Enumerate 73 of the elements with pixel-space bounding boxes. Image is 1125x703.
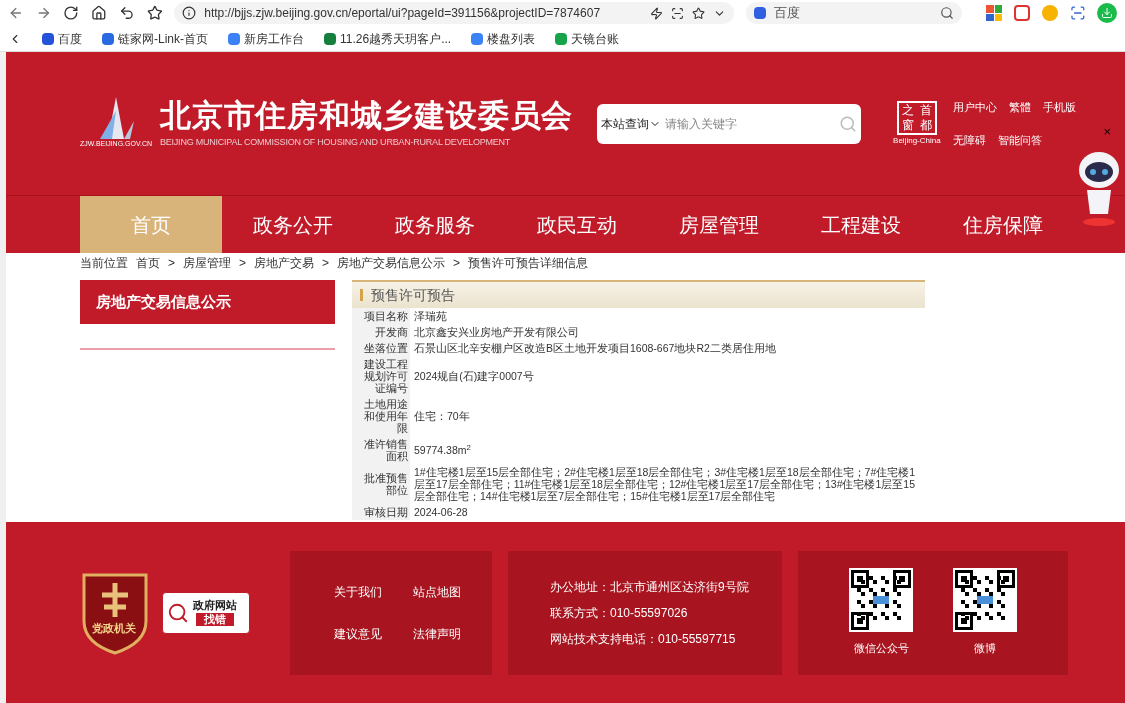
site-title: 北京市住房和城乡建设委员会 [160,97,574,136]
search-engine-field[interactable]: 百度 [746,2,963,24]
qr-code-icon [953,568,1017,633]
field-label: 批准预售部位 [352,464,410,504]
nav-tab[interactable]: 工程建设 [790,196,932,253]
header-link[interactable]: 用户中心 [952,99,997,116]
address-bar[interactable]: http://bjjs.zjw.beijing.gov.cn/eportal/ui?pageId=391156&projectID=7874607 [174,2,735,24]
nav-tab[interactable]: 政民互动 [506,196,648,253]
bookmark[interactable]: 百度 [42,29,82,48]
site-subtitle: BEIJING MUNICIPAL COMMISSION OF HOUSING AND URBAN-RURAL DEVELOPMENT [160,136,512,150]
star-icon[interactable] [146,5,163,21]
field-value: 北京鑫安兴业房地产开发有限公司 [413,325,580,340]
footer-link[interactable]: 法律声明 [413,624,492,643]
download-icon[interactable] [1097,3,1117,23]
footer-link[interactable]: 建议意见 [334,624,413,643]
field-value: 石景山区北辛安棚户区改造B区土地开发项目1608-667地块R2二类居住用地 [413,341,777,356]
portal-logo: 之 首 窗 都 Beijing-China [893,100,941,147]
breadcrumb-link[interactable]: 房地产交易信息公示 [337,254,446,272]
breadcrumb-link[interactable]: 首页 [136,254,160,272]
footer-link[interactable]: 站点地图 [413,582,492,601]
footer-link[interactable]: 关于我们 [334,582,413,601]
breadcrumb-separator: > [322,255,330,272]
back-icon[interactable] [8,5,24,21]
nav-tab[interactable]: 住房保障 [932,196,1074,253]
qr-caption: 微博 [974,641,996,657]
field-value: 2024规自(石)建字0007号 [413,369,535,384]
bookmark[interactable]: 链家网-Link-首页 [102,29,208,48]
qr-code-icon [849,568,913,633]
bookmark[interactable]: 新房工作台 [228,29,304,48]
scope-dropdown[interactable]: 本站查询 [601,114,662,133]
header-link[interactable]: 无障碍 [952,131,986,148]
breadcrumb-label: 当前位置 [80,255,128,272]
header-link[interactable]: 智能问答 [997,131,1042,148]
badge-text: 党政机关 [92,622,136,634]
bookmark[interactable]: 楼盘列表 [471,29,536,48]
search-icon[interactable] [940,6,955,20]
contact-text: 网站技术支持电话：010-55597715 [550,630,737,648]
breadcrumb-link[interactable]: 房地产交易 [254,254,315,272]
field-label: 准许销售面积 [352,436,410,464]
nav-tab[interactable]: 政务公开 [222,196,364,253]
field-label: 坐落位置 [352,340,410,356]
field-value: 泽瑞苑 [413,309,448,324]
contact-text: 办公地址：北京市通州区达济街9号院 [550,578,750,596]
bookmark[interactable]: 11.26越秀天玥客户... [324,29,452,48]
field-value: 59774.38m$^{2}$ [413,442,472,458]
search-field[interactable]: 本站查询 请输入关键字 [597,103,862,144]
nav-tab[interactable]: 政务服务 [364,196,506,253]
field-label: 项目名称 [352,308,410,324]
breadcrumb-separator: > [168,255,175,272]
breadcrumb-separator: > [453,255,461,272]
field-value: 住宅：70年 [413,409,471,424]
qr-caption: 微信公众号 [853,641,909,657]
header-link[interactable]: 繁體 [1008,99,1031,116]
undo-icon[interactable] [118,5,135,21]
home-icon[interactable] [91,5,107,21]
field-label: 审核日期 [352,504,410,520]
reload-icon[interactable] [63,5,80,21]
section-title: 预售许可预告 [371,285,455,305]
extension-icon[interactable] [986,5,1003,21]
header-link[interactable]: 手机版 [1042,99,1076,116]
field-label: 建设工程规划许可证编号 [352,356,410,396]
breadcrumb-link[interactable]: 预售许可预告详细信息 [468,254,589,272]
breadcrumb-link[interactable]: 房屋管理 [183,254,231,272]
field-label: 土地用途和使用年限 [352,396,410,436]
breadcrumb-separator: > [239,255,247,272]
bookmark[interactable]: 天镜台账 [555,29,620,48]
nav-tab[interactable]: 房屋管理 [648,196,790,253]
contact-text: 联系方式：010-55597026 [550,604,689,622]
field-value: 2024-06-28 [413,505,469,520]
field-label: 开发商 [352,324,410,340]
field-value: 1#住宅楼1层至15层全部住宅；2#住宅楼1层至18层全部住宅；3#住宅楼1层至18层全部住宅；7#住宅楼1层至17层全部住宅；11#住宅楼1层至18层全部住宅；12#住宅楼1层至17层全部住宅；13#住宅楼1层至15层全部住宅；14#住宅楼1层至7层全部住宅；15#住宅楼1层至17层全部住宅 [413,465,917,504]
sidebar-title: 房地产交易信息公示 [80,280,335,324]
error-report-badge[interactable]: 政府网站 找错 [162,591,250,634]
